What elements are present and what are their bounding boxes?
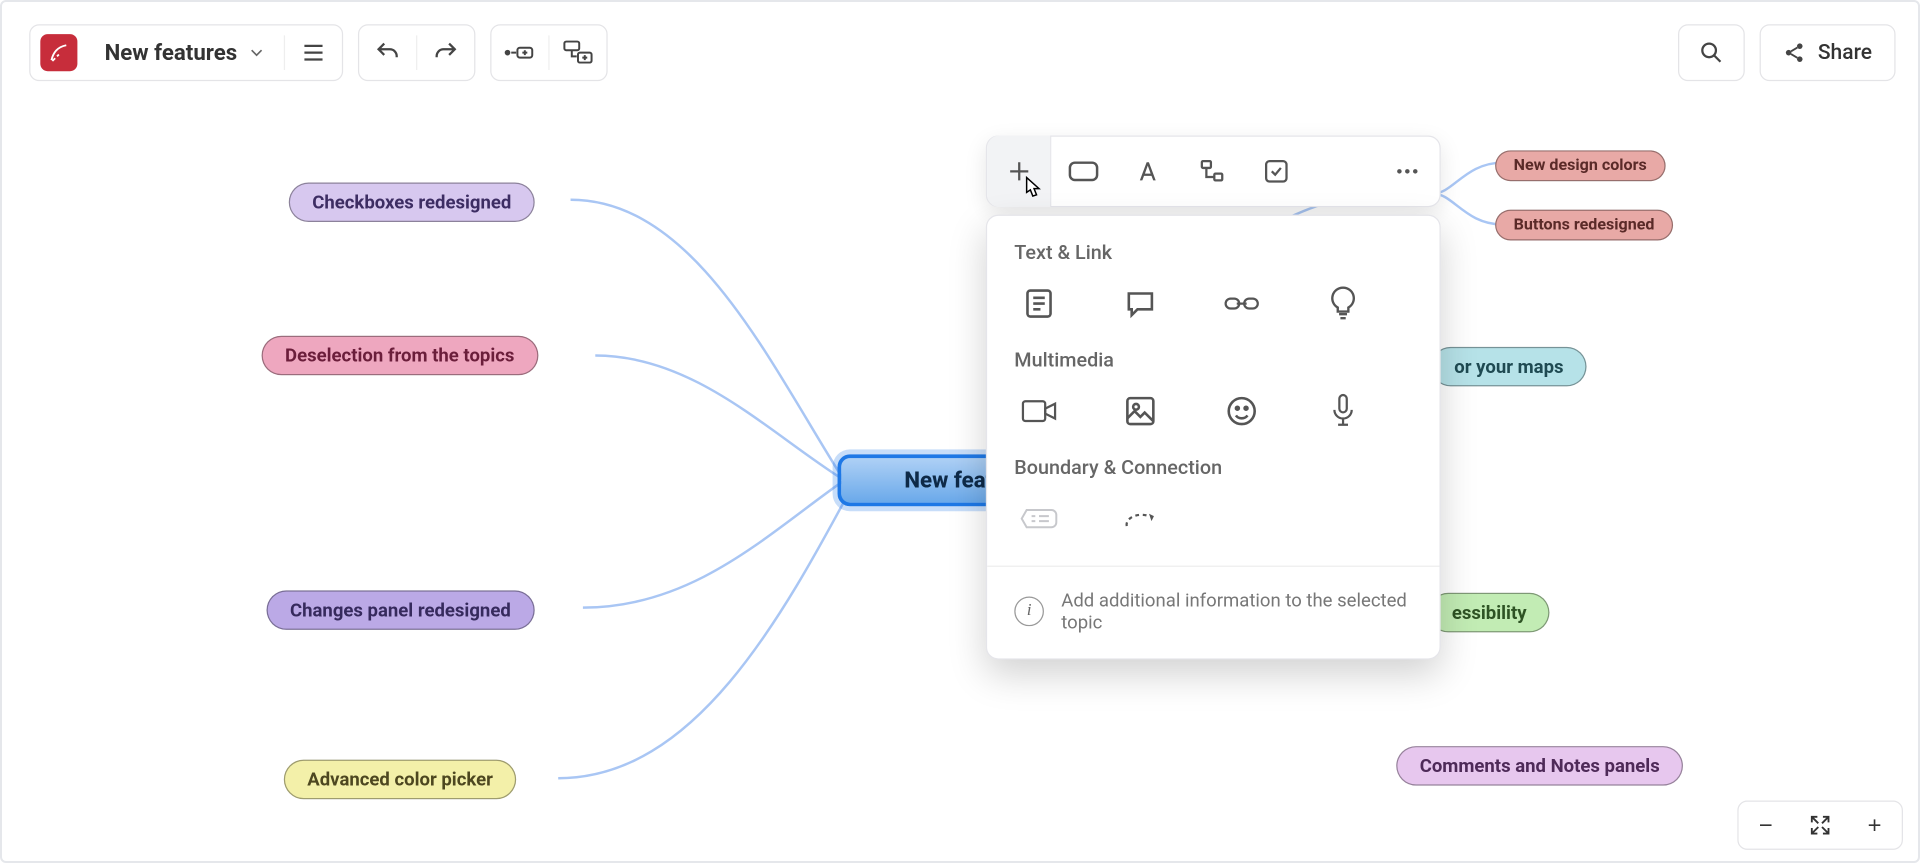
- boundary-icon: [1019, 505, 1059, 532]
- node-new-design-colors[interactable]: New design colors: [1495, 150, 1665, 181]
- section-multimedia: Multimedia: [1014, 348, 1412, 371]
- section-text-link: Text & Link: [1014, 241, 1412, 264]
- link-icon: [1223, 292, 1260, 314]
- rectangle-icon: [1067, 160, 1099, 182]
- node-comments-notes[interactable]: Comments and Notes panels: [1396, 746, 1683, 786]
- emoji-icon: [1224, 394, 1259, 429]
- panel-footer-text: Add additional information to the select…: [1061, 589, 1412, 633]
- text-style-button[interactable]: [1116, 135, 1180, 207]
- zoom-in-button[interactable]: [1847, 800, 1901, 849]
- lightbulb-icon: [1327, 285, 1359, 322]
- add-link-button[interactable]: [1219, 281, 1263, 325]
- tree-icon: [1198, 158, 1225, 185]
- add-note-button[interactable]: [1017, 281, 1061, 325]
- node-your-maps[interactable]: or your maps: [1431, 347, 1587, 387]
- note-icon: [1022, 286, 1057, 321]
- shape-button[interactable]: [1051, 135, 1115, 207]
- structure-button[interactable]: [1180, 135, 1244, 207]
- plus-icon: [1865, 815, 1885, 835]
- task-button[interactable]: [1244, 135, 1308, 207]
- comment-icon: [1123, 286, 1158, 321]
- connection-icon: [1122, 506, 1159, 531]
- node-buttons-redesigned[interactable]: Buttons redesigned: [1495, 210, 1673, 241]
- zoom-out-button[interactable]: [1739, 800, 1793, 849]
- add-boundary-button: [1017, 496, 1061, 540]
- node-deselection[interactable]: Deselection from the topics: [262, 336, 538, 376]
- info-icon: i: [1014, 597, 1044, 627]
- add-comment-button[interactable]: [1118, 281, 1162, 325]
- more-button[interactable]: [1375, 135, 1439, 207]
- panel-footer: i Add additional information to the sele…: [1014, 574, 1412, 651]
- video-icon: [1020, 396, 1057, 426]
- fit-button[interactable]: [1793, 800, 1847, 849]
- add-idea-button[interactable]: [1321, 281, 1365, 325]
- minus-icon: [1756, 815, 1776, 835]
- add-video-button[interactable]: [1017, 389, 1061, 433]
- node-accessibility[interactable]: essibility: [1428, 593, 1550, 633]
- add-image-button[interactable]: [1118, 389, 1162, 433]
- context-toolbar: [986, 135, 1441, 207]
- fit-icon: [1809, 814, 1831, 836]
- node-color-picker[interactable]: Advanced color picker: [284, 760, 517, 800]
- add-content-panel: Text & Link Multimedia: [986, 215, 1441, 660]
- image-icon: [1123, 394, 1158, 429]
- node-checkboxes[interactable]: Checkboxes redesigned: [289, 182, 535, 222]
- add-emoji-button[interactable]: [1219, 389, 1263, 433]
- section-boundary: Boundary & Connection: [1014, 456, 1412, 479]
- node-changes-panel[interactable]: Changes panel redesigned: [267, 590, 535, 630]
- dots-icon: [1394, 158, 1421, 185]
- text-a-icon: [1134, 158, 1161, 185]
- plus-icon: [1005, 158, 1032, 185]
- add-audio-button[interactable]: [1321, 389, 1365, 433]
- add-content-button[interactable]: [987, 135, 1051, 207]
- add-connection-button[interactable]: [1118, 496, 1162, 540]
- mindmap-canvas[interactable]: Checkboxes redesigned Deselection from t…: [2, 2, 1920, 867]
- microphone-icon: [1328, 393, 1358, 430]
- checkbox-icon: [1263, 158, 1290, 185]
- zoom-controls: [1737, 800, 1903, 849]
